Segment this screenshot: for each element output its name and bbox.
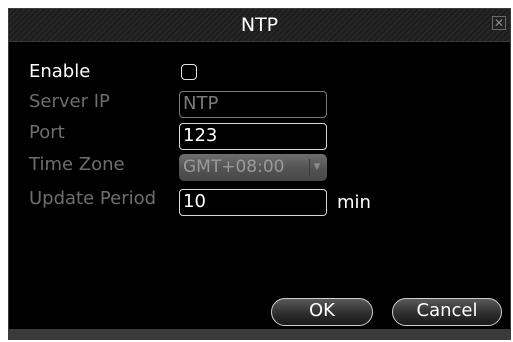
update-period-unit: min — [337, 192, 371, 213]
cancel-button[interactable]: Cancel — [392, 298, 502, 326]
dialog-title: NTP — [240, 14, 279, 36]
update-period-label: Update Period — [29, 188, 157, 209]
close-icon[interactable]: ✕ — [492, 16, 506, 30]
enable-label: Enable — [29, 61, 91, 82]
time-zone-select[interactable]: GMT+08:00 ▼ — [179, 154, 327, 181]
ntp-dialog: NTP ✕ Enable Server IP NTP Port 123 Time… — [8, 8, 511, 340]
time-zone-label: Time Zone — [29, 154, 125, 175]
update-period-input[interactable]: 10 — [179, 189, 327, 216]
time-zone-value: GMT+08:00 — [183, 157, 285, 177]
enable-checkbox[interactable] — [181, 64, 197, 80]
chevron-down-icon[interactable]: ▼ — [309, 159, 324, 176]
bottom-bar — [9, 329, 510, 339]
port-input[interactable]: 123 — [179, 123, 327, 150]
title-bar: NTP ✕ — [9, 9, 510, 42]
port-label: Port — [29, 122, 65, 143]
server-ip-label: Server IP — [29, 91, 110, 112]
server-ip-input[interactable]: NTP — [179, 91, 327, 118]
ok-button[interactable]: OK — [271, 298, 373, 326]
